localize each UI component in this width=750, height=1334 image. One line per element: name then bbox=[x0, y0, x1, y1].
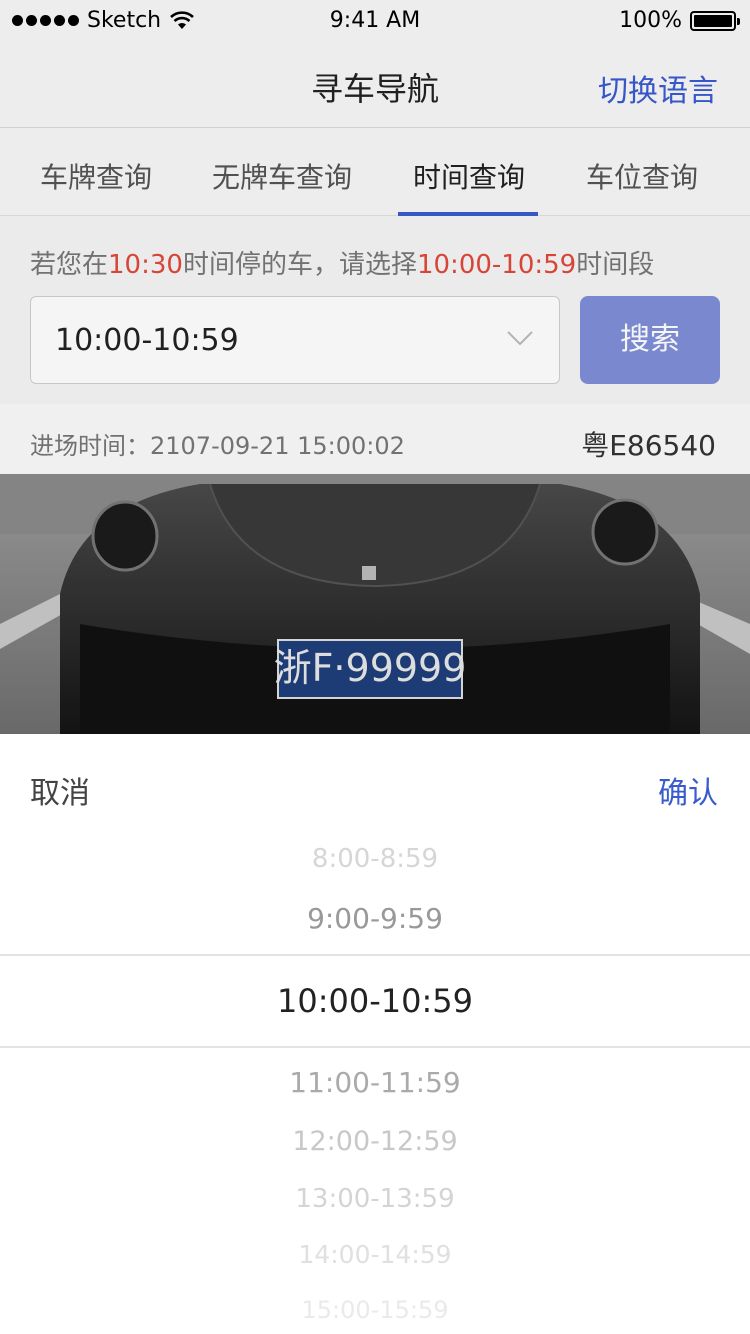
tab-space-query[interactable]: 车位查询 bbox=[586, 156, 698, 196]
tab-no-plate-query[interactable]: 无牌车查询 bbox=[212, 156, 352, 196]
picker-option[interactable]: 14:00-14:59 bbox=[0, 1240, 750, 1269]
tab-plate-query[interactable]: 车牌查询 bbox=[40, 156, 152, 196]
battery-group: 100% bbox=[619, 8, 740, 33]
search-button[interactable]: 搜索 bbox=[580, 296, 720, 384]
picker-option[interactable]: 9:00-9:59 bbox=[0, 902, 750, 935]
confirm-button[interactable]: 确认 bbox=[658, 768, 718, 812]
battery-icon bbox=[690, 10, 740, 31]
selection-line-bottom bbox=[0, 1046, 750, 1048]
picker-option[interactable]: 15:00-15:59 bbox=[0, 1296, 750, 1324]
status-bar: Sketch 9:41 AM 100% bbox=[0, 0, 750, 40]
picker-option[interactable]: 8:00-8:59 bbox=[0, 844, 750, 874]
picker-option[interactable]: 12:00-12:59 bbox=[0, 1126, 750, 1157]
time-hint: 若您在10:30时间停的车，请选择10:00-10:59时间段 bbox=[30, 244, 654, 281]
query-tabs: 车牌查询 无牌车查询 时间查询 车位查询 bbox=[0, 128, 750, 216]
search-panel: 若您在10:30时间停的车，请选择10:00-10:59时间段 10:00-10… bbox=[0, 216, 750, 404]
picker-option-selected[interactable]: 10:00-10:59 bbox=[0, 982, 750, 1020]
navigation-bar: 寻车导航 切换语言 bbox=[0, 40, 750, 128]
hint-time-highlight: 10:30 bbox=[108, 250, 183, 280]
plate-number: 粤E86540 bbox=[581, 429, 716, 462]
entry-time: 进场时间：2107-09-21 15:00:02 bbox=[30, 432, 405, 460]
hint-text: 时间停的车，请选择 bbox=[182, 250, 417, 280]
time-picker-sheet: 取消 确认 8:00-8:59 9:00-9:59 10:00-10:59 11… bbox=[0, 734, 750, 1334]
car-photo: 浙F·99999 bbox=[0, 474, 750, 734]
battery-percent: 100% bbox=[619, 8, 682, 33]
selection-line-top bbox=[0, 954, 750, 956]
chevron-down-icon bbox=[507, 331, 533, 346]
tab-time-query[interactable]: 时间查询 bbox=[413, 156, 525, 196]
picker-option[interactable]: 11:00-11:59 bbox=[0, 1066, 750, 1099]
picker-option[interactable]: 13:00-13:59 bbox=[0, 1184, 750, 1214]
hint-text: 若您在 bbox=[30, 250, 109, 280]
hint-range-highlight: 10:00-10:59 bbox=[416, 250, 577, 280]
selected-time-range: 10:00-10:59 bbox=[55, 323, 239, 358]
cancel-button[interactable]: 取消 bbox=[30, 768, 90, 812]
switch-language-button[interactable]: 切换语言 bbox=[598, 66, 718, 110]
result-info: 进场时间：2107-09-21 15:00:02 粤E86540 bbox=[0, 404, 750, 474]
photo-plate-text: 浙F·99999 bbox=[274, 646, 467, 690]
hint-text: 时间段 bbox=[576, 250, 655, 280]
time-range-select[interactable]: 10:00-10:59 bbox=[30, 296, 560, 384]
car-image: 浙F·99999 bbox=[0, 474, 750, 734]
